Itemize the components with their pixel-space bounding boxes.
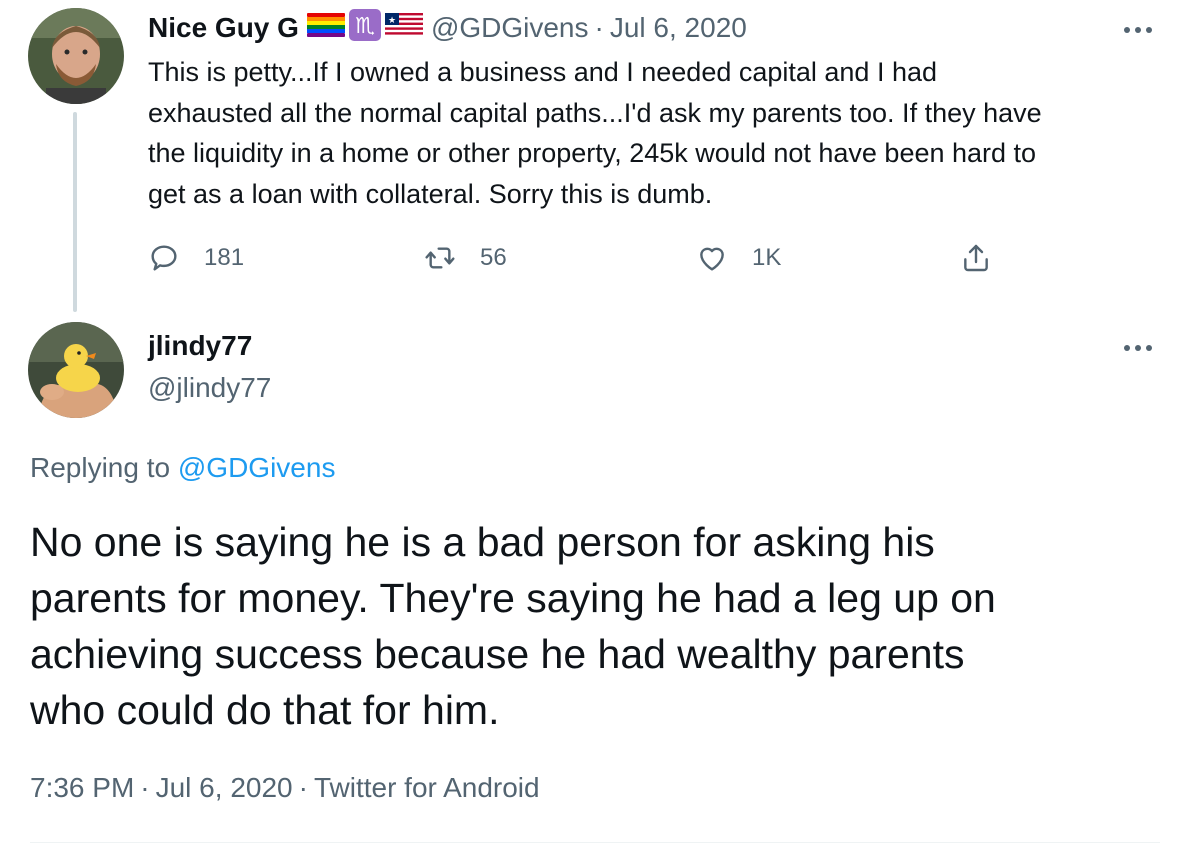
tweet-time[interactable]: 7:36 PM bbox=[30, 772, 134, 803]
focal-tweet-text: No one is saying he is a bad person for … bbox=[30, 514, 1160, 738]
parent-handle[interactable]: @GDGivens bbox=[431, 12, 589, 43]
thread-connector-line bbox=[73, 112, 77, 312]
avatar-image bbox=[28, 322, 124, 418]
replying-to-mention[interactable]: @GDGivens bbox=[178, 452, 336, 483]
heart-icon bbox=[700, 247, 724, 271]
share-icon bbox=[964, 244, 988, 272]
focal-tweet-line: achieving success because he had wealthy… bbox=[30, 631, 965, 677]
parent-handle-meta: @GDGivens · Jul 6, 2020 bbox=[431, 12, 747, 44]
reply-button[interactable]: 181 bbox=[148, 236, 244, 280]
focal-tweet-line: parents for money. They're saying he had… bbox=[30, 575, 996, 621]
svg-text:★: ★ bbox=[388, 16, 396, 26]
focal-tweet-meta: 7:36 PM · Jul 6, 2020 · Twitter for Android bbox=[30, 772, 540, 804]
parent-display-name[interactable]: Nice Guy G bbox=[148, 12, 299, 44]
liberia-flag-icon: ★ bbox=[384, 12, 423, 44]
avatar-jlindy77[interactable] bbox=[28, 322, 124, 418]
parent-date[interactable]: Jul 6, 2020 bbox=[610, 12, 747, 43]
parent-tweet-actions: 181 56 1K bbox=[148, 236, 1008, 280]
scorpio-icon: ♏ bbox=[348, 8, 381, 48]
meta-separator: · bbox=[298, 772, 308, 803]
svg-text:♏: ♏ bbox=[355, 14, 375, 39]
replying-to-line: Replying to @GDGivens bbox=[30, 452, 335, 484]
tweet-date[interactable]: Jul 6, 2020 bbox=[156, 772, 293, 803]
focal-tweet-line: No one is saying he is a bad person for … bbox=[30, 519, 935, 565]
divider bbox=[30, 842, 1160, 843]
focal-tweet-line: who could do that for him. bbox=[30, 687, 500, 733]
parent-tweet-header: Nice Guy G ♏ ★ @GDGivens · Jul 6, 2020 bbox=[148, 8, 747, 48]
avatar-image bbox=[28, 8, 124, 104]
parent-tweet-line: the liquidity in a home or other propert… bbox=[148, 138, 1037, 168]
tweet-thread: Nice Guy G ♏ ★ @GDGivens · Jul 6, 2020 T… bbox=[0, 0, 1188, 856]
retweet-icon bbox=[425, 247, 455, 269]
meta-separator: · bbox=[140, 772, 150, 803]
parent-tweet-text: This is petty...If I owned a business an… bbox=[148, 52, 1168, 214]
parent-tweet-line: This is petty...If I owned a business an… bbox=[148, 57, 937, 87]
focal-more-options-icon[interactable] bbox=[1120, 338, 1156, 358]
focal-display-name[interactable]: jlindy77 bbox=[148, 330, 252, 362]
share-button[interactable] bbox=[960, 236, 992, 280]
focal-handle[interactable]: @jlindy77 bbox=[148, 372, 271, 404]
parent-tweet-line: exhausted all the normal capital paths..… bbox=[148, 97, 1042, 128]
tweet-source[interactable]: Twitter for Android bbox=[314, 772, 540, 803]
retweet-button[interactable]: 56 bbox=[424, 236, 507, 280]
parent-tweet-line: get as a loan with collateral. Sorry thi… bbox=[148, 178, 713, 209]
retweet-count: 56 bbox=[480, 244, 507, 271]
rainbow-flag-icon bbox=[306, 12, 345, 44]
like-count: 1K bbox=[752, 244, 782, 271]
parent-more-options-icon[interactable] bbox=[1120, 20, 1156, 40]
avatar-nice-guy-g[interactable] bbox=[28, 8, 124, 104]
reply-icon bbox=[151, 245, 177, 271]
reply-count: 181 bbox=[204, 244, 245, 271]
like-button[interactable]: 1K bbox=[696, 236, 781, 280]
replying-prefix: Replying to bbox=[30, 452, 171, 483]
meta-separator: · bbox=[594, 12, 604, 43]
